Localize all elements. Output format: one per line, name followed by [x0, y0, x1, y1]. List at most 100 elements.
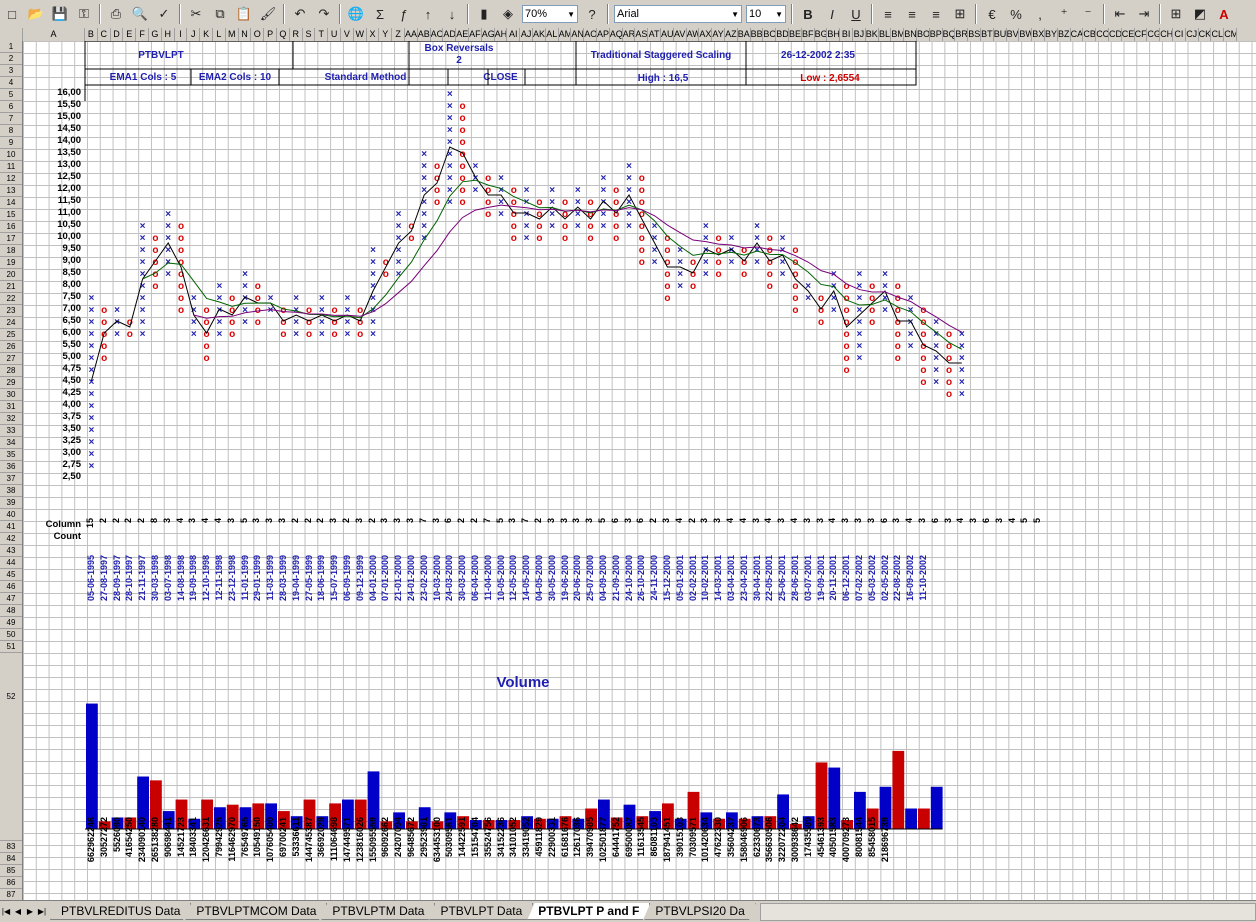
column-header-bd[interactable]: BD — [776, 28, 789, 41]
row-header-86[interactable]: 86 — [0, 877, 22, 889]
column-header-au[interactable]: AU — [661, 28, 674, 41]
copy-icon[interactable]: ⧉ — [209, 3, 231, 25]
column-header-cl[interactable]: CL — [1211, 28, 1225, 41]
row-header-20[interactable]: 20 — [0, 269, 22, 281]
column-header-m[interactable]: M — [226, 28, 239, 41]
row-header-5[interactable]: 5 — [0, 89, 22, 101]
column-header-ah[interactable]: AH — [495, 28, 508, 41]
column-header-ai[interactable]: AI — [507, 28, 521, 41]
column-header-f[interactable]: F — [136, 28, 149, 41]
column-header-bt[interactable]: BT — [981, 28, 994, 41]
column-header-z[interactable]: Z — [392, 28, 405, 41]
column-header-ba[interactable]: BA — [738, 28, 751, 41]
zoom-select[interactable]: 70% ▼ — [522, 5, 578, 23]
select-all-corner[interactable] — [0, 28, 23, 41]
font-size-select[interactable]: 10 ▼ — [746, 5, 786, 23]
help-icon[interactable]: ? — [581, 3, 603, 25]
row-header-40[interactable]: 40 — [0, 509, 22, 521]
sort-ascending-icon[interactable]: ↑ — [417, 3, 439, 25]
increase-indent-icon[interactable]: ⇥ — [1133, 3, 1155, 25]
underline-icon[interactable]: U — [845, 3, 867, 25]
format-painter-icon[interactable]: 🖌 — [257, 3, 279, 25]
column-header-q[interactable]: Q — [277, 28, 290, 41]
column-header-bk[interactable]: BK — [866, 28, 879, 41]
column-header-e[interactable]: E — [123, 28, 137, 41]
column-header-bn[interactable]: BN — [904, 28, 917, 41]
fill-color-icon[interactable]: ◩ — [1189, 3, 1211, 25]
row-header-36[interactable]: 36 — [0, 461, 22, 473]
column-header-an[interactable]: AN — [571, 28, 585, 41]
row-header-83[interactable]: 83 — [0, 841, 22, 853]
column-header-i[interactable]: I — [175, 28, 188, 41]
column-header-bm[interactable]: BM — [891, 28, 905, 41]
row-header-37[interactable]: 37 — [0, 473, 22, 485]
row-header-24[interactable]: 24 — [0, 317, 22, 329]
column-header-ag[interactable]: AG — [482, 28, 495, 41]
row-header-28[interactable]: 28 — [0, 365, 22, 377]
hyperlink-icon[interactable]: 🌐 — [345, 3, 367, 25]
center-icon[interactable]: ≡ — [901, 3, 923, 25]
undo-icon[interactable]: ↶ — [289, 3, 311, 25]
row-header-9[interactable]: 9 — [0, 137, 22, 149]
row-header-34[interactable]: 34 — [0, 437, 22, 449]
column-header-t[interactable]: T — [315, 28, 329, 41]
column-header-ca[interactable]: CA — [1071, 28, 1084, 41]
column-header-bg[interactable]: BG — [815, 28, 828, 41]
column-header-bu[interactable]: BU — [994, 28, 1007, 41]
column-header-bw[interactable]: BW — [1019, 28, 1033, 41]
row-header-46[interactable]: 46 — [0, 581, 22, 593]
column-header-k[interactable]: K — [200, 28, 213, 41]
column-header-cb[interactable]: CB — [1083, 28, 1097, 41]
row-header-21[interactable]: 21 — [0, 281, 22, 293]
column-header-c[interactable]: C — [98, 28, 111, 41]
column-header-al[interactable]: AL — [546, 28, 559, 41]
column-header-bl[interactable]: BL — [879, 28, 892, 41]
bold-icon[interactable]: B — [797, 3, 819, 25]
column-header-ad[interactable]: AD — [443, 28, 457, 41]
column-header-b[interactable]: B — [85, 28, 98, 41]
column-header-u[interactable]: U — [328, 28, 341, 41]
row-header-8[interactable]: 8 — [0, 125, 22, 137]
column-header-s[interactable]: S — [303, 28, 316, 41]
row-header-2[interactable]: 2 — [0, 53, 22, 65]
function-icon[interactable]: ƒ — [393, 3, 415, 25]
row-header-52[interactable]: 52 — [0, 691, 22, 841]
row-header-1[interactable]: 1 — [0, 41, 22, 53]
row-header-51[interactable]: 51 — [0, 641, 22, 653]
increase-decimal-icon[interactable]: ⁺ — [1053, 3, 1075, 25]
sheet-area[interactable]: PTBVLPT Box Reversals 2 Traditional Stag… — [23, 41, 1256, 900]
prev-sheet-icon[interactable]: ◀ — [12, 905, 24, 919]
align-left-icon[interactable]: ≡ — [877, 3, 899, 25]
column-header-r[interactable]: R — [290, 28, 303, 41]
row-header-29[interactable]: 29 — [0, 377, 22, 389]
column-header-v[interactable]: V — [341, 28, 354, 41]
column-header-ac[interactable]: AC — [431, 28, 444, 41]
column-header-bo[interactable]: BO — [917, 28, 930, 41]
column-header-aw[interactable]: AW — [687, 28, 700, 41]
sheet-tab[interactable]: PTBVLPSI20 Da — [644, 903, 756, 920]
row-header-12[interactable]: 12 — [0, 173, 22, 185]
column-header-n[interactable]: N — [239, 28, 252, 41]
row-header-4[interactable]: 4 — [0, 77, 22, 89]
column-header-av[interactable]: AV — [674, 28, 687, 41]
sheet-tab[interactable]: PTBVLPTM Data — [321, 903, 436, 920]
last-sheet-icon[interactable]: ▶| — [36, 905, 48, 919]
column-header-af[interactable]: AF — [469, 28, 482, 41]
row-header-14[interactable]: 14 — [0, 197, 22, 209]
row-header-13[interactable]: 13 — [0, 185, 22, 197]
row-header-35[interactable]: 35 — [0, 449, 22, 461]
row-header-45[interactable]: 45 — [0, 569, 22, 581]
column-header-a[interactable]: A — [23, 28, 85, 41]
row-header-23[interactable]: 23 — [0, 305, 22, 317]
row-header-22[interactable]: 22 — [0, 293, 22, 305]
column-header-ck[interactable]: CK — [1199, 28, 1212, 41]
sheet-tab[interactable]: PTBVLPT P and F — [527, 903, 651, 920]
print-icon[interactable]: ⎙ — [105, 3, 127, 25]
row-header-43[interactable]: 43 — [0, 545, 22, 557]
column-header-at[interactable]: AT — [648, 28, 661, 41]
row-header-41[interactable]: 41 — [0, 521, 22, 533]
sort-descending-icon[interactable]: ↓ — [441, 3, 463, 25]
column-header-bc[interactable]: BC — [763, 28, 777, 41]
chevron-down-icon[interactable]: ▼ — [775, 10, 783, 19]
column-header-bh[interactable]: BH — [827, 28, 841, 41]
